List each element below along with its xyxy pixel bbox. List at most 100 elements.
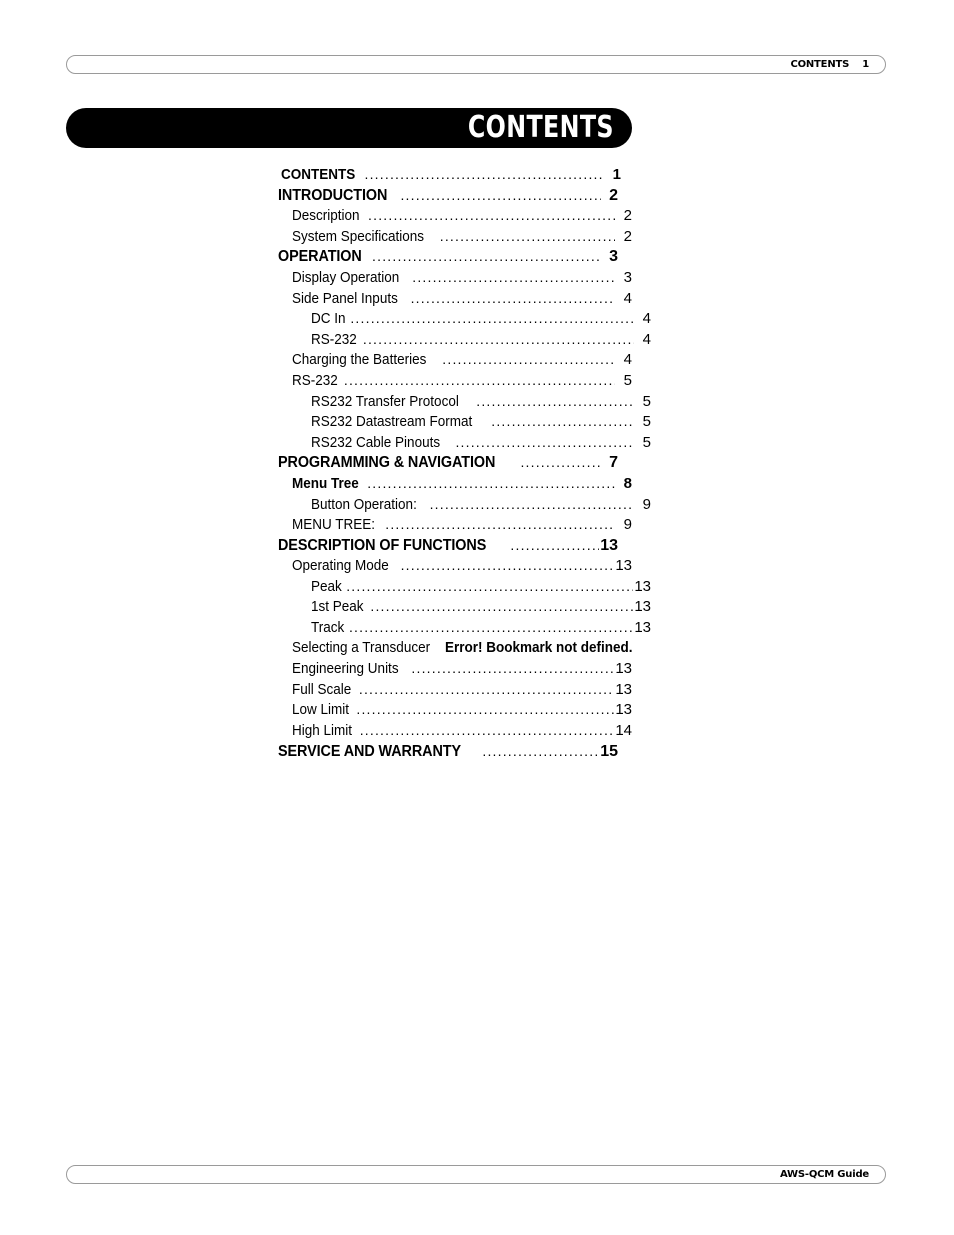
toc-entry[interactable]: RS232 Datastream Format.................… [311, 411, 651, 432]
toc-entry-title: 1st Peak [311, 598, 364, 616]
toc-entry[interactable]: OPERATION...............................… [278, 246, 618, 267]
toc-page-number: 1 [612, 166, 621, 183]
toc-leader-dots: ........................................… [442, 351, 615, 368]
toc-entry-title: CONTENTS [281, 166, 356, 183]
toc-page-number: 9 [642, 495, 651, 513]
toc-entry-title: Selecting a Transducer [292, 638, 431, 656]
toc-entry[interactable]: Operating Mode..........................… [292, 555, 632, 576]
toc-entry-title: Engineering Units [292, 660, 399, 678]
toc-leader-dots: ........................................… [510, 536, 599, 553]
toc-page-number: 5 [623, 371, 632, 389]
toc-entry-title: Description [292, 207, 360, 225]
toc-leader-dots: ........................................… [370, 598, 633, 615]
toc-leader-dots: ........................................… [346, 577, 634, 594]
toc-page-number: 2 [623, 207, 632, 225]
toc-leader-dots: ........................................… [359, 722, 615, 739]
toc-page-number: 4 [642, 330, 651, 348]
toc-entry[interactable]: Full Scale..............................… [292, 679, 632, 700]
toc-entry[interactable]: 1st Peak................................… [311, 596, 651, 617]
toc-entry-title: Operating Mode [292, 557, 389, 575]
toc-entry-title: RS232 Datastream Format [311, 413, 473, 431]
toc-leader-dots: ........................................… [411, 660, 615, 677]
toc-leader-dots: ........................................… [476, 392, 634, 409]
toc-leader-dots: ........................................… [400, 557, 615, 574]
toc-entry-title: High Limit [292, 722, 353, 740]
toc-entry[interactable]: DESCRIPTION OF FUNCTIONS................… [278, 535, 618, 556]
toc-page-number: 7 [609, 454, 618, 472]
toc-leader-dots: ........................................… [455, 433, 634, 450]
toc-entry[interactable]: RS-232..................................… [292, 370, 632, 391]
toc-entry[interactable]: System Specifications...................… [292, 226, 632, 247]
toc-entry[interactable]: Menu Tree...............................… [292, 473, 632, 494]
toc-leader-dots: ........................................… [350, 310, 634, 327]
toc-entry[interactable]: INTRODUCTION............................… [278, 185, 618, 206]
toc-entry[interactable]: SERVICE AND WARRANTY....................… [278, 741, 618, 762]
toc-entry[interactable]: DC In...................................… [311, 308, 651, 329]
toc-leader-dots: ........................................… [491, 413, 634, 430]
toc-leader-dots: ........................................… [400, 186, 601, 203]
toc-page-number: 4 [623, 289, 632, 307]
toc-entry-title: DC In [311, 310, 346, 328]
toc-entry[interactable]: Side Panel Inputs.......................… [292, 288, 632, 309]
toc-entry[interactable]: RS232 Cable Pinouts.....................… [311, 432, 651, 453]
toc-entry-title: Charging the Batteries [292, 351, 427, 369]
toc-entry-title: PROGRAMMING & NAVIGATION [278, 454, 496, 472]
toc-page-number: 3 [609, 248, 618, 266]
toc-entry-title: OPERATION [278, 248, 362, 266]
toc-entry-title: Peak [311, 577, 342, 595]
toc-page-number: 5 [642, 392, 651, 410]
document-page: CONTENTS 1 CONTENTS CONTENTS............… [0, 0, 954, 1235]
toc-leader-dots: ........................................… [343, 371, 615, 388]
toc-entry[interactable]: PROGRAMMING & NAVIGATION................… [278, 452, 618, 473]
toc-entry[interactable]: Selecting a Transducer Error! Bookmark no… [292, 638, 633, 659]
toc-entry-title: RS-232 [292, 371, 338, 389]
toc-entry[interactable]: CONTENTS................................… [281, 164, 621, 185]
page-title: CONTENTS [468, 110, 614, 145]
toc-entry-title: MENU TREE: [292, 516, 376, 534]
toc-page-number: 13 [600, 536, 618, 554]
running-footer-rule: AWS-QCM Guide [66, 1165, 886, 1184]
toc-page-number: 2 [623, 227, 632, 245]
toc-page-number: 13 [634, 577, 651, 595]
toc-page-number: 13 [634, 598, 651, 616]
toc-leader-dots: ........................................… [362, 330, 634, 347]
toc-leader-dots: ........................................… [358, 680, 614, 697]
toc-entry[interactable]: RS-232..................................… [311, 329, 651, 350]
toc-leader-dots: ........................................… [439, 227, 615, 244]
toc-leader-dots: ........................................… [367, 474, 615, 491]
toc-entry-title: Low Limit [292, 701, 350, 719]
running-header-text: CONTENTS 1 [790, 58, 869, 70]
toc-leader-dots: ........................................… [356, 701, 615, 718]
toc-page-number: 13 [615, 701, 632, 719]
toc-leader-dots: ........................................… [429, 495, 634, 512]
toc-page-number: 13 [615, 557, 632, 575]
toc-entry[interactable]: Button Operation:.......................… [311, 494, 651, 515]
toc-entry-title: SERVICE AND WARRANTY [278, 742, 462, 760]
toc-entry-title: RS232 Cable Pinouts [311, 433, 441, 451]
toc-leader-dots: ........................................… [372, 248, 601, 265]
toc-page-number: 4 [642, 310, 651, 328]
toc-entry[interactable]: Low Limit...............................… [292, 699, 632, 720]
toc-entry-title: Menu Tree [292, 474, 359, 492]
toc-entry[interactable]: RS232 Transfer Protocol.................… [311, 391, 651, 412]
toc-entry[interactable]: MENU TREE:..............................… [292, 514, 632, 535]
toc-entry[interactable]: High Limit..............................… [292, 720, 632, 741]
toc-leader-dots: ........................................… [412, 268, 615, 285]
toc-page-number: 5 [642, 413, 651, 431]
toc-leader-dots: ........................................… [410, 289, 615, 306]
toc-page-number: 13 [615, 660, 632, 678]
toc-entry[interactable]: Track...................................… [311, 617, 651, 638]
toc-entry-title: RS232 Transfer Protocol [311, 392, 459, 410]
toc-entry[interactable]: Display Operation.......................… [292, 267, 632, 288]
toc-entry-title: Track [311, 619, 345, 637]
toc-bookmark-error: Error! Bookmark not defined. [445, 638, 633, 656]
toc-leader-dots: ........................................… [385, 516, 615, 533]
toc-entry[interactable]: Engineering Units.......................… [292, 658, 632, 679]
toc-leader-dots: ........................................… [348, 619, 634, 636]
toc-entry-title: Full Scale [292, 680, 352, 698]
toc-entry[interactable]: Peak....................................… [311, 576, 651, 597]
toc-entry[interactable]: Charging the Batteries..................… [292, 349, 632, 370]
toc-entry[interactable]: Description.............................… [292, 205, 632, 226]
toc-leader-dots: ........................................… [364, 166, 605, 182]
toc-page-number: 2 [609, 186, 618, 204]
